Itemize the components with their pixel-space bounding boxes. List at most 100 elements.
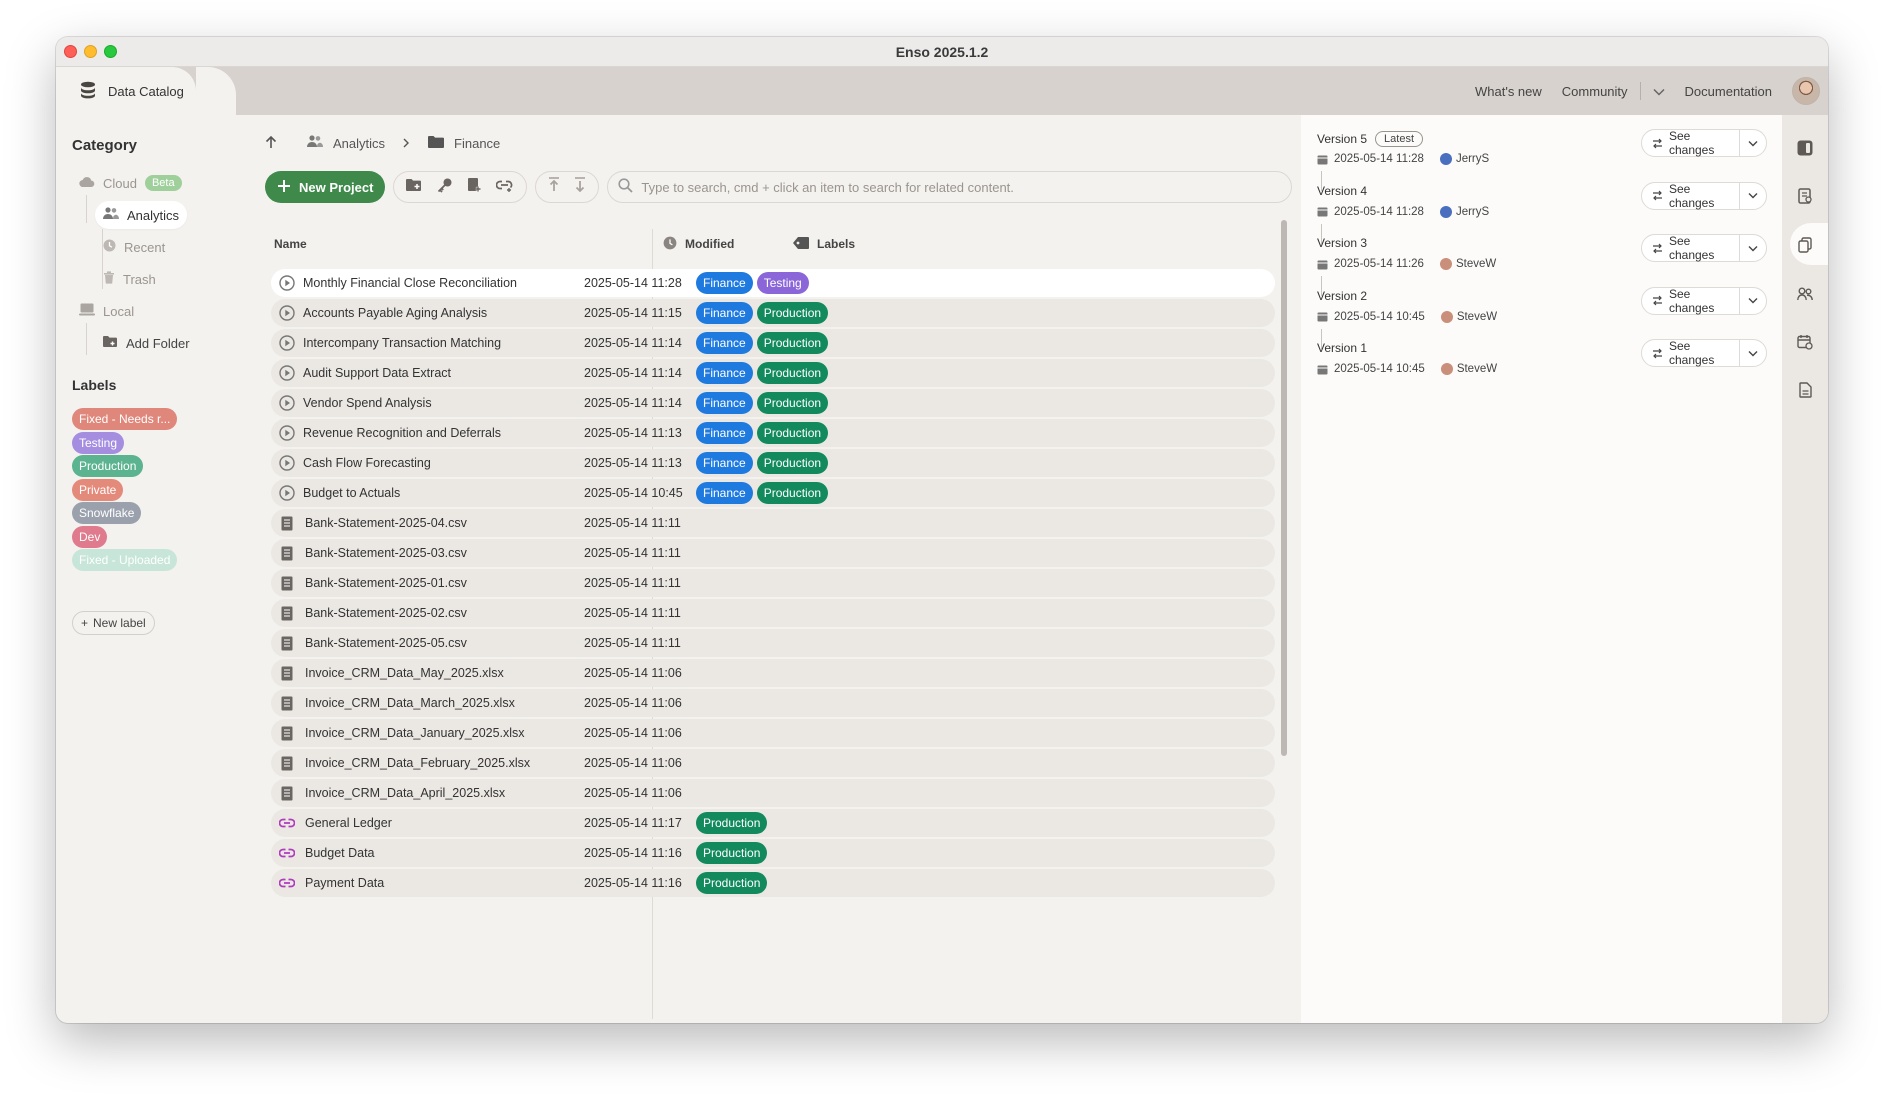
label-tag[interactable]: Finance bbox=[696, 482, 753, 504]
label-tag[interactable]: Finance bbox=[696, 272, 753, 294]
table-row[interactable]: Bank-Statement-2025-02.csv 2025-05-14 11:… bbox=[271, 599, 1275, 627]
minimize-window-button[interactable] bbox=[84, 45, 97, 58]
download-icon[interactable] bbox=[574, 177, 586, 197]
label-tag[interactable]: Production bbox=[756, 422, 829, 444]
label-chip[interactable]: Fixed - Uploaded bbox=[72, 549, 178, 571]
see-changes-button[interactable]: See changes bbox=[1641, 181, 1767, 210]
table-row[interactable]: Vendor Spend Analysis 2025-05-14 11:14 Fin… bbox=[271, 389, 1275, 417]
table-row[interactable]: Intercompany Transaction Matching 2025-05… bbox=[271, 329, 1275, 357]
table-row[interactable]: Audit Support Data Extract 2025-05-14 11:… bbox=[271, 359, 1275, 387]
new-label-button[interactable]: + New label bbox=[72, 611, 155, 635]
see-changes-button[interactable]: See changes bbox=[1641, 129, 1767, 157]
toggle-panel-icon[interactable] bbox=[1796, 139, 1814, 157]
new-folder-icon[interactable] bbox=[406, 178, 423, 197]
see-changes-button[interactable]: See changes bbox=[1641, 339, 1767, 367]
asset-properties-icon[interactable] bbox=[1796, 187, 1814, 205]
table-row[interactable]: Monthly Financial Close Reconciliation 20… bbox=[271, 269, 1275, 297]
see-changes-label[interactable]: See changes bbox=[1642, 287, 1740, 315]
label-chip[interactable]: Testing bbox=[72, 431, 125, 454]
table-row[interactable]: Budget to Actuals 2025-05-14 10:45 Finance… bbox=[271, 479, 1275, 507]
chevron-down-icon[interactable] bbox=[1740, 245, 1766, 252]
name-column-header[interactable]: Name bbox=[274, 229, 307, 259]
label-tag[interactable]: Production bbox=[696, 872, 768, 894]
chevron-down-icon[interactable] bbox=[1740, 350, 1766, 357]
label-tag[interactable]: Production bbox=[756, 362, 829, 384]
label-tag[interactable]: Production bbox=[696, 842, 768, 864]
labels-column-header[interactable]: Labels bbox=[793, 229, 855, 259]
new-datalink-icon[interactable] bbox=[496, 178, 514, 197]
close-window-button[interactable] bbox=[64, 45, 77, 58]
schedule-icon[interactable] bbox=[1796, 333, 1814, 351]
label-tag[interactable]: Production bbox=[696, 812, 768, 834]
label-chip[interactable]: Private bbox=[72, 478, 124, 501]
documentation-link[interactable]: Documentation bbox=[1675, 84, 1782, 99]
label-tag[interactable]: Testing bbox=[756, 272, 809, 294]
table-row[interactable]: Bank-Statement-2025-05.csv 2025-05-14 11:… bbox=[271, 629, 1275, 657]
table-row[interactable]: Bank-Statement-2025-01.csv 2025-05-14 11:… bbox=[271, 569, 1275, 597]
chevron-down-icon[interactable] bbox=[1740, 297, 1766, 304]
sidebar-item-cloud[interactable]: Cloud Beta bbox=[79, 169, 182, 197]
label-tag[interactable]: Production bbox=[756, 452, 829, 474]
whats-new-link[interactable]: What's new bbox=[1465, 84, 1552, 99]
table-row[interactable]: Bank-Statement-2025-04.csv 2025-05-14 11:… bbox=[271, 509, 1275, 537]
table-row[interactable]: Cash Flow Forecasting 2025-05-14 11:13 Fin… bbox=[271, 449, 1275, 477]
community-link[interactable]: Community bbox=[1552, 84, 1638, 99]
label-tag[interactable]: Production bbox=[756, 392, 829, 414]
versions-icon[interactable] bbox=[1796, 236, 1814, 254]
see-changes-label[interactable]: See changes bbox=[1642, 129, 1740, 157]
user-avatar[interactable] bbox=[1792, 77, 1820, 105]
chevron-down-icon[interactable] bbox=[1740, 140, 1766, 147]
community-dropdown-chevron-icon[interactable] bbox=[1643, 84, 1675, 99]
new-dataset-icon[interactable] bbox=[467, 177, 482, 198]
data-catalog-tab[interactable]: Data Catalog bbox=[56, 67, 236, 115]
sidebar-item-recent[interactable]: Recent bbox=[103, 233, 165, 261]
label-tag[interactable]: Finance bbox=[696, 332, 753, 354]
table-row[interactable]: Invoice_CRM_Data_April_2025.xlsx 2025-05-… bbox=[271, 779, 1275, 807]
label-tag[interactable]: Production bbox=[756, 302, 829, 324]
label-tag[interactable]: Finance bbox=[696, 362, 753, 384]
label-chip[interactable]: Snowflake bbox=[72, 502, 142, 524]
chevron-down-icon[interactable] bbox=[1740, 192, 1766, 199]
label-tag[interactable]: Finance bbox=[696, 302, 753, 324]
table-row[interactable]: Revenue Recognition and Deferrals 2025-05… bbox=[271, 419, 1275, 447]
label-tag[interactable]: Finance bbox=[696, 392, 753, 414]
table-row[interactable]: Invoice_CRM_Data_March_2025.xlsx 2025-05-… bbox=[271, 689, 1275, 717]
label-tag[interactable]: Finance bbox=[696, 452, 753, 474]
label-tag[interactable]: Production bbox=[756, 332, 829, 354]
new-secret-icon[interactable] bbox=[437, 177, 453, 198]
see-changes-label[interactable]: See changes bbox=[1642, 182, 1740, 210]
table-row[interactable]: Invoice_CRM_Data_May_2025.xlsx 2025-05-14… bbox=[271, 659, 1275, 687]
document-icon[interactable] bbox=[1796, 381, 1814, 399]
table-row[interactable]: Budget Data 2025-05-14 11:16 Production bbox=[271, 839, 1275, 867]
see-changes-button[interactable]: See changes bbox=[1641, 286, 1767, 315]
label-tag[interactable]: Finance bbox=[696, 422, 753, 444]
scrollbar[interactable] bbox=[1281, 220, 1287, 756]
new-project-button[interactable]: New Project bbox=[265, 171, 386, 203]
see-changes-label[interactable]: See changes bbox=[1642, 339, 1740, 367]
see-changes-label[interactable]: See changes bbox=[1642, 234, 1740, 262]
modified-column-header[interactable]: Modified bbox=[663, 229, 734, 259]
label-chip[interactable]: Dev bbox=[72, 525, 108, 548]
breadcrumb-current[interactable]: Finance bbox=[454, 136, 500, 151]
sidebar-item-analytics[interactable]: Analytics bbox=[95, 201, 188, 229]
table-row[interactable]: Invoice_CRM_Data_January_2025.xlsx 2025-0… bbox=[271, 719, 1275, 747]
sharing-icon[interactable] bbox=[1796, 285, 1814, 303]
label-tag[interactable]: Production bbox=[756, 482, 829, 504]
up-arrow-icon[interactable] bbox=[265, 135, 277, 152]
sidebar-item-local[interactable]: Local bbox=[79, 297, 134, 325]
table-row[interactable]: Bank-Statement-2025-03.csv 2025-05-14 11:… bbox=[271, 539, 1275, 567]
label-chip[interactable]: Production bbox=[72, 455, 144, 477]
see-changes-button[interactable]: See changes bbox=[1641, 234, 1767, 262]
table-row[interactable]: Accounts Payable Aging Analysis 2025-05-1… bbox=[271, 299, 1275, 327]
table-row[interactable]: Invoice_CRM_Data_February_2025.xlsx 2025-… bbox=[271, 749, 1275, 777]
breadcrumb-parent[interactable]: Analytics bbox=[333, 136, 385, 151]
sidebar-item-trash[interactable]: Trash bbox=[103, 265, 156, 293]
author-avatar bbox=[1439, 153, 1452, 165]
table-row[interactable]: General Ledger 2025-05-14 11:17 Production bbox=[271, 809, 1275, 837]
zoom-window-button[interactable] bbox=[104, 45, 117, 58]
label-chip[interactable]: Fixed - Needs r... bbox=[72, 408, 178, 430]
table-row[interactable]: Payment Data 2025-05-14 11:16 Production bbox=[271, 869, 1275, 897]
upload-icon[interactable] bbox=[548, 177, 560, 197]
add-folder-button[interactable]: Add Folder bbox=[103, 329, 190, 357]
search-input[interactable] bbox=[641, 179, 1282, 195]
